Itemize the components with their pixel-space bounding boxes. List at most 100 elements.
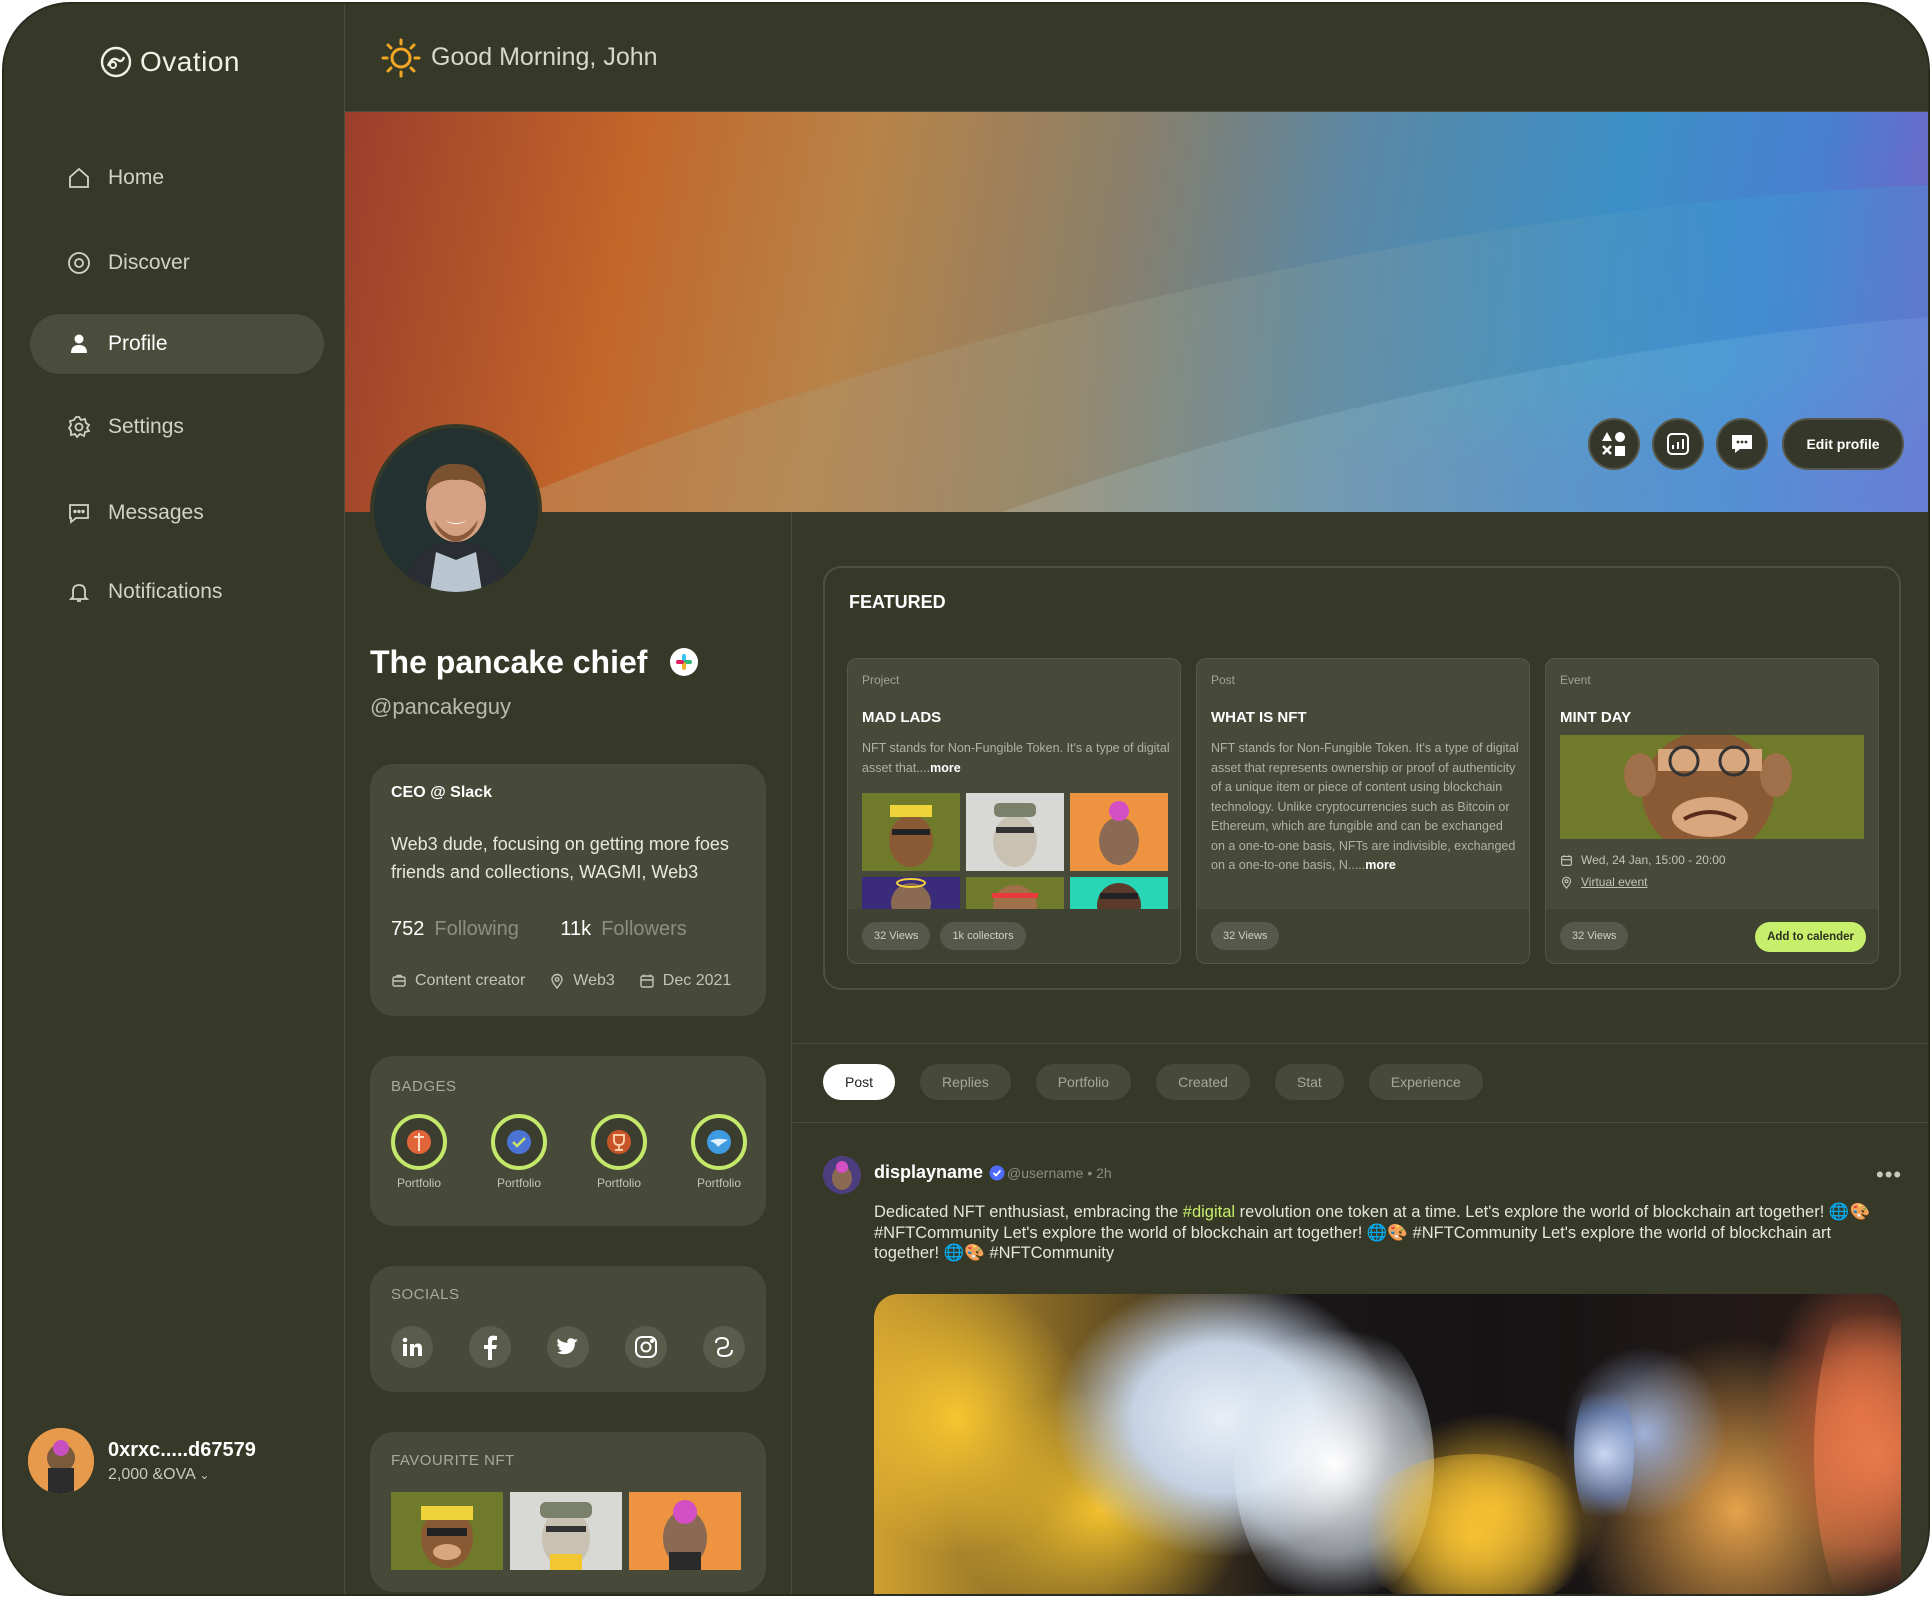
tab-post[interactable]: Post <box>823 1064 896 1100</box>
featured-card-footer: 32 Views 1k collectors <box>848 909 1180 963</box>
shapes-icon <box>1602 432 1625 456</box>
tab-portfolio[interactable]: Portfolio <box>1035 1064 1132 1100</box>
nav-profile-label: Profile <box>108 332 168 355</box>
tab-created[interactable]: Created <box>1156 1064 1250 1100</box>
app-window: Ovation Home Discover Profile Settings M… <box>2 2 1930 1596</box>
featured-card-title: MINT DAY <box>1560 709 1632 726</box>
favourite-nft-thumb[interactable] <box>629 1492 741 1570</box>
followers-label[interactable]: Followers <box>601 918 687 940</box>
calendar-icon <box>1561 854 1572 866</box>
instagram-icon[interactable] <box>625 1326 667 1368</box>
badge[interactable]: Portfolio <box>489 1114 549 1190</box>
featured-card-desc: NFT stands for Non-Fungible Token. It's … <box>1211 739 1519 876</box>
tab-stat[interactable]: Stat <box>1274 1064 1344 1100</box>
message-icon <box>1732 435 1752 453</box>
featured-type: Post <box>1211 673 1236 687</box>
featured-section: FEATURED Project MAD LADS NFT stands for… <box>823 566 1901 990</box>
featured-desc-text: NFT stands for Non-Fungible Token. It's … <box>862 741 1170 775</box>
badge[interactable]: Portfolio <box>389 1114 449 1190</box>
display-name[interactable]: displayname <box>874 1162 983 1183</box>
badge-label: Portfolio <box>596 1176 642 1190</box>
post-author-avatar[interactable] <box>823 1156 861 1194</box>
ovation-link-icon[interactable] <box>703 1326 745 1368</box>
wallet-switcher[interactable]: 0xrxc.....d67579 2,000 &OVA ⌄ <box>28 1428 256 1494</box>
badge-medal-icon <box>391 1114 447 1170</box>
badge-bird-icon <box>691 1114 747 1170</box>
nav-discover[interactable]: Discover <box>30 233 324 293</box>
location: Web3 <box>549 972 615 990</box>
nav-profile[interactable]: Profile <box>30 314 324 374</box>
shapes-button[interactable] <box>1588 418 1640 470</box>
profile-avatar[interactable] <box>370 424 542 596</box>
collectors-pill: 1k collectors <box>940 922 1026 950</box>
more-link[interactable]: more <box>930 761 961 775</box>
nav-messages[interactable]: Messages <box>30 483 324 543</box>
occupation: Content creator <box>391 972 525 990</box>
linkedin-icon[interactable] <box>391 1326 433 1368</box>
badge[interactable]: Portfolio <box>689 1114 749 1190</box>
featured-type: Project <box>862 673 900 687</box>
stats-button[interactable] <box>1652 418 1704 470</box>
featured-card-project[interactable]: Project MAD LADS NFT stands for Non-Fung… <box>847 658 1181 964</box>
socials-title: SOCIALS <box>391 1286 460 1303</box>
event-date: Wed, 24 Jan, 15:00 - 20:00 <box>1560 853 1726 867</box>
post-image[interactable] <box>874 1294 1901 1594</box>
post-author-name[interactable]: displayname <box>874 1162 1005 1183</box>
event-venue-link[interactable]: Virtual event <box>1581 875 1648 889</box>
gear-icon <box>66 414 92 440</box>
featured-type: Event <box>1560 673 1591 687</box>
nav-discover-label: Discover <box>108 251 190 274</box>
featured-card-desc: NFT stands for Non-Fungible Token. It's … <box>862 739 1170 778</box>
post-username[interactable]: @username <box>1007 1165 1083 1181</box>
nav-home[interactable]: Home <box>30 148 324 208</box>
message-button[interactable] <box>1716 418 1768 470</box>
user-icon <box>66 331 92 357</box>
profile-role: CEO @ Slack <box>391 784 492 801</box>
joined-text: Dec 2021 <box>662 972 732 989</box>
favourite-nft-thumb[interactable] <box>510 1492 622 1570</box>
greeting: Good Morning, John <box>431 43 658 71</box>
facebook-icon[interactable] <box>469 1326 511 1368</box>
views-pill: 32 Views <box>1560 922 1629 950</box>
following-count[interactable]: 752 <box>391 918 424 940</box>
featured-card-title: WHAT IS NFT <box>1211 709 1307 726</box>
twitter-icon[interactable] <box>547 1326 589 1368</box>
top-header: Good Morning, John <box>345 4 1928 112</box>
divider <box>793 1122 1928 1123</box>
verified-icon <box>989 1165 1005 1180</box>
more-link[interactable]: more <box>1365 858 1396 872</box>
tab-replies[interactable]: Replies <box>920 1064 1011 1100</box>
location-pin-icon <box>551 973 563 989</box>
following-label[interactable]: Following <box>434 918 518 940</box>
more-options-icon[interactable]: ••• <box>1876 1162 1902 1188</box>
tab-experience[interactable]: Experience <box>1368 1064 1483 1100</box>
followers-count[interactable]: 11k <box>560 918 591 940</box>
favourite-nft-thumb[interactable] <box>391 1492 503 1570</box>
ovation-logo-icon <box>100 46 132 78</box>
paint-blob <box>1354 1454 1594 1594</box>
bio-card: CEO @ Slack Web3 dude, focusing on getti… <box>370 764 766 1016</box>
featured-card-footer: 32 Views <box>1197 909 1529 963</box>
nft-grid <box>862 793 1168 927</box>
nav-notifications[interactable]: Notifications <box>30 562 324 622</box>
badge-trophy-icon <box>591 1114 647 1170</box>
favourite-nft-title: FAVOURITE NFT <box>391 1452 515 1469</box>
favourite-nft-card: FAVOURITE NFT <box>370 1432 766 1592</box>
logo[interactable]: Ovation <box>100 46 240 78</box>
profile-name: The pancake chief <box>370 644 699 681</box>
badge[interactable]: Portfolio <box>589 1114 649 1190</box>
featured-card-post[interactable]: Post WHAT IS NFT NFT stands for Non-Fung… <box>1196 658 1530 964</box>
bell-icon <box>66 579 92 605</box>
post-text: Dedicated NFT enthusiast, embracing the … <box>874 1202 1884 1264</box>
profile-tabs: Post Replies Portfolio Created Stat Expe… <box>823 1064 1508 1100</box>
wallet-avatar <box>28 1428 94 1494</box>
joined-date: Dec 2021 <box>639 972 732 990</box>
add-to-calendar-button[interactable]: Add to calender <box>1755 922 1866 952</box>
nav-settings-label: Settings <box>108 415 184 438</box>
briefcase-icon <box>392 974 406 987</box>
edit-profile-button[interactable]: Edit profile <box>1782 418 1904 470</box>
hashtag-link[interactable]: #digital <box>1183 1203 1235 1221</box>
featured-card-event[interactable]: Event MINT DAY Wed, 24 Jan, 15:00 - 20:0… <box>1545 658 1879 964</box>
nav-settings[interactable]: Settings <box>30 397 324 457</box>
paint-blob <box>1814 1294 1901 1594</box>
